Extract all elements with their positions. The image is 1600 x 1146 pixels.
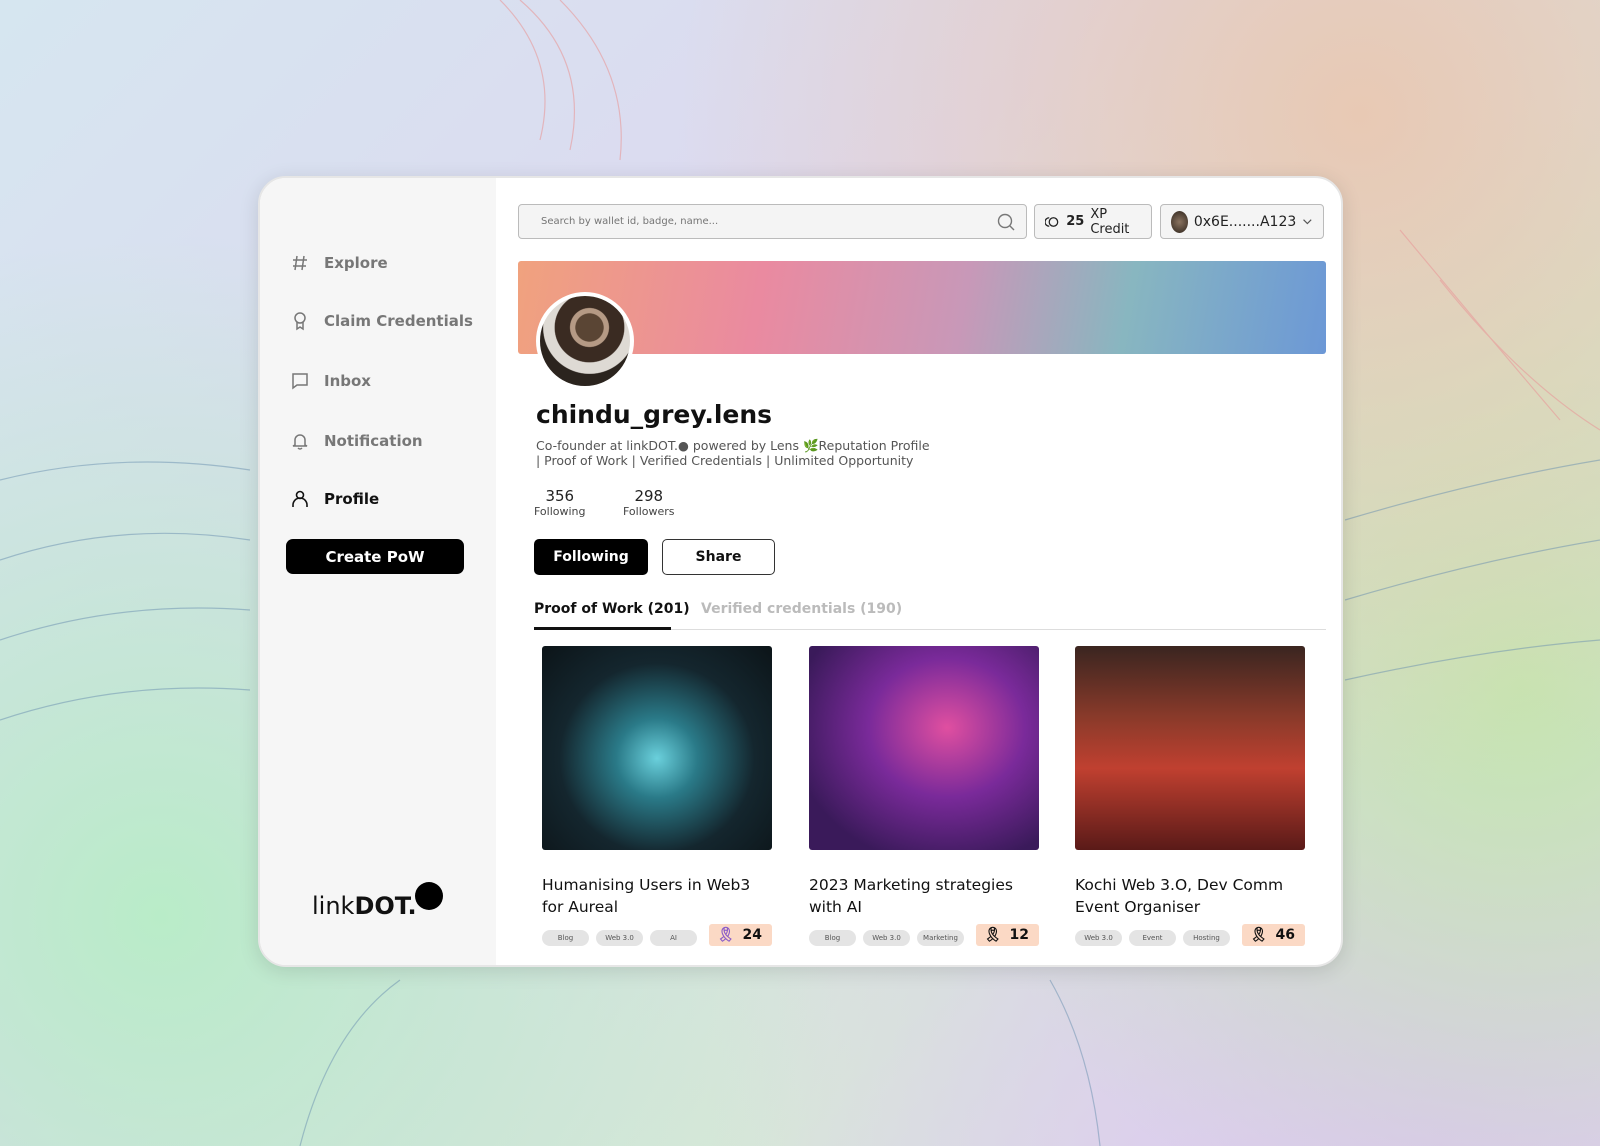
profile-bio-line1: Co-founder at linkDOT.● powered by Lens …: [536, 438, 930, 453]
credential-count: 12: [1009, 927, 1029, 943]
search-icon[interactable]: [996, 212, 1016, 232]
followers-label: Followers: [623, 505, 675, 518]
sidebar-item-label: Explore: [324, 254, 388, 272]
share-button[interactable]: Share: [662, 539, 775, 575]
user-icon: [292, 490, 308, 507]
card-title: Humanising Users in Web3 for Aureal: [542, 876, 751, 916]
tag[interactable]: Web 3.0: [596, 930, 643, 946]
followers-stat[interactable]: 298 Followers: [623, 487, 675, 518]
active-tab-indicator: [534, 627, 671, 630]
tab-verified-credentials[interactable]: Verified credentials (190): [701, 601, 902, 617]
chevron-down-icon: [1303, 218, 1312, 224]
ribbon-icon: 🎗: [1249, 927, 1268, 943]
tag[interactable]: Event: [1129, 930, 1176, 946]
sidebar-item-label: Inbox: [324, 372, 371, 390]
followers-count: 298: [634, 487, 664, 505]
following-button[interactable]: Following: [534, 539, 648, 575]
ribbon-icon: 🎗: [716, 927, 735, 943]
sidebar-item-label: Profile: [324, 490, 380, 508]
award-icon: [294, 312, 306, 331]
profile-banner: [518, 261, 1326, 354]
pow-card[interactable]: 2023 Marketing strategies with AI Blog We…: [809, 646, 1039, 946]
profile-bio-line2: | Proof of Work | Verified Credentials |…: [536, 453, 914, 468]
sidebar-item-claim-credentials[interactable]: Claim Credentials: [290, 311, 473, 331]
sidebar-item-notification[interactable]: Notification: [290, 431, 423, 451]
card-image-event-hall: [1075, 646, 1305, 850]
following-stat[interactable]: 356 Following: [534, 487, 586, 518]
wallet-avatar: [1171, 210, 1188, 233]
coin-icon: [1045, 216, 1059, 227]
credential-count-badge: 🎗 12: [975, 924, 1039, 946]
xp-credit-button[interactable]: 25 XP Credit: [1034, 204, 1152, 239]
linkdot-logo: link DOT.: [312, 882, 443, 920]
card-image-web3: [542, 646, 772, 850]
card-title: Kochi Web 3.O, Dev Comm Event Organiser: [1075, 876, 1284, 916]
pow-card[interactable]: Humanising Users in Web3 for Aureal Blog…: [542, 646, 772, 946]
wallet-dropdown[interactable]: 0x6E.......A123: [1160, 204, 1324, 239]
tag[interactable]: Hosting: [1183, 930, 1230, 946]
tag[interactable]: Web 3.0: [863, 930, 910, 946]
sidebar-item-profile[interactable]: Profile: [290, 489, 379, 509]
credential-count: 24: [742, 927, 762, 943]
profile-avatar: [536, 292, 634, 390]
xp-value: 25: [1066, 214, 1085, 229]
xp-label: XP Credit: [1090, 206, 1130, 237]
sidebar: Explore Claim Credentials Inbox Notifica…: [260, 178, 496, 965]
message-icon: [292, 373, 308, 390]
tab-proof-of-work[interactable]: Proof of Work (201): [534, 601, 690, 617]
sidebar-item-label: Notification: [324, 432, 423, 450]
following-count: 356: [545, 487, 575, 505]
card-title: 2023 Marketing strategies with AI: [809, 876, 1013, 916]
sidebar-item-label: Claim Credentials: [324, 312, 473, 330]
credential-count-badge: 🎗 24: [708, 924, 772, 946]
pow-card[interactable]: Kochi Web 3.O, Dev Comm Event Organiser …: [1075, 646, 1305, 946]
search-input[interactable]: [541, 216, 996, 227]
credential-count: 46: [1275, 927, 1295, 943]
following-label: Following: [534, 505, 586, 518]
bell-icon: [292, 434, 308, 450]
sidebar-item-inbox[interactable]: Inbox: [290, 371, 371, 391]
tag[interactable]: Blog: [809, 930, 856, 946]
credential-count-badge: 🎗 46: [1241, 924, 1305, 946]
tag[interactable]: Marketing: [917, 930, 964, 946]
app-window: Explore Claim Credentials Inbox Notifica…: [258, 176, 1343, 967]
create-pow-button[interactable]: Create PoW: [286, 539, 464, 574]
sidebar-item-explore[interactable]: Explore: [290, 253, 388, 273]
card-image-vr: [809, 646, 1039, 850]
ribbon-icon: 🎗: [983, 927, 1002, 943]
tag[interactable]: AI: [650, 930, 697, 946]
hash-icon: [293, 255, 307, 271]
tag[interactable]: Blog: [542, 930, 589, 946]
profile-name: chindu_grey.lens: [536, 400, 773, 429]
tag[interactable]: Web 3.0: [1075, 930, 1122, 946]
search-bar[interactable]: [518, 204, 1027, 239]
wallet-address: 0x6E.......A123: [1193, 213, 1297, 230]
